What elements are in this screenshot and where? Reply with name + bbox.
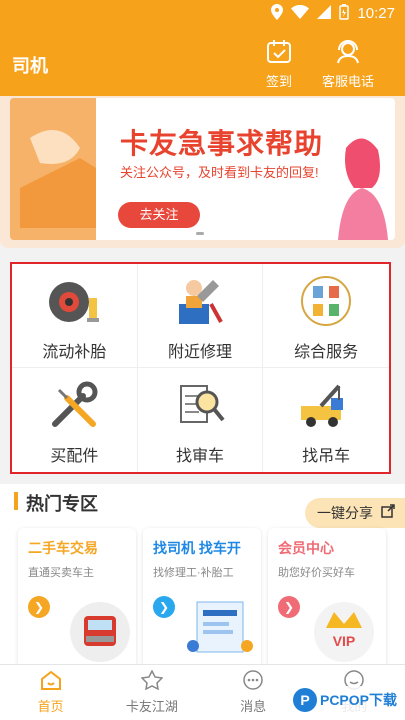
- card-subtitle: 找修理工·补胎工: [153, 567, 234, 579]
- service-label: 综合服务: [294, 344, 359, 361]
- wrench-screwdriver-icon: [47, 378, 101, 432]
- chevron-right-icon: ❯: [153, 596, 175, 618]
- follow-button[interactable]: 去关注: [118, 202, 200, 228]
- location-icon: [271, 4, 284, 23]
- card-title: 会员中心: [278, 540, 334, 556]
- banner-title: 卡友急事求帮助: [120, 128, 324, 159]
- banner-illustration: [10, 98, 96, 240]
- message-icon: [242, 670, 264, 696]
- banner-woman-illustration: [328, 128, 390, 240]
- service-label: 买配件: [50, 448, 99, 465]
- section-title: 热门专区: [26, 494, 98, 514]
- status-bar: 10:27: [0, 0, 405, 30]
- carousel-indicator: [196, 232, 204, 235]
- status-time: 10:27: [357, 5, 395, 22]
- service-find-crane[interactable]: 找吊车: [263, 368, 389, 472]
- service-vehicle-inspection[interactable]: 找审车: [138, 368, 264, 472]
- home-icon: [40, 670, 62, 696]
- service-label: 流动补胎: [42, 344, 107, 361]
- service-tire-repair[interactable]: 流动补胎: [12, 264, 138, 368]
- customer-service-button[interactable]: 客服电话: [322, 40, 374, 90]
- card-member-center[interactable]: 会员中心 助您好价买好车 ❯ VIP: [268, 528, 386, 668]
- signal-icon: [317, 5, 332, 22]
- service-label: 找吊车: [302, 448, 351, 465]
- app-header: 司机 签到 客服电话: [0, 30, 405, 96]
- service-label: 附近修理: [167, 344, 232, 361]
- promo-banner[interactable]: 卡友急事求帮助 关注公众号，及时看到卡友的回复! 去关注: [10, 98, 395, 240]
- wifi-icon: [291, 5, 310, 22]
- nav-label: 卡友江湖: [125, 699, 178, 714]
- services-icon: [299, 274, 353, 328]
- svg-text:VIP: VIP: [333, 633, 356, 649]
- card-subtitle: 助您好价买好车: [278, 567, 355, 579]
- calendar-check-icon: [266, 40, 292, 71]
- service-buy-parts[interactable]: 买配件: [12, 368, 138, 472]
- card-find-driver[interactable]: 找司机 找车开 找修理工·补胎工 ❯: [143, 528, 261, 668]
- card-title: 找司机 找车开: [153, 540, 241, 556]
- card-used-car-trade[interactable]: 二手车交易 直通买卖车主 ❯: [18, 528, 136, 668]
- tire-icon: [47, 274, 101, 328]
- share-icon: [381, 504, 395, 521]
- repair-toolbox-icon: [173, 274, 227, 328]
- banner-subtitle: 关注公众号，及时看到卡友的回复!: [120, 165, 319, 180]
- job-board-illustration: [183, 594, 257, 668]
- card-title: 二手车交易: [28, 540, 98, 556]
- service-nearby-repair[interactable]: 附近修理: [137, 264, 264, 368]
- service-label: 客服电话: [322, 74, 375, 89]
- share-label: 一键分享: [317, 505, 373, 521]
- checkin-label: 签到: [266, 74, 293, 89]
- watermark: P PCPOP下载: [288, 686, 401, 714]
- nav-label: 消息: [240, 699, 267, 714]
- document-search-icon: [173, 378, 227, 432]
- nav-community[interactable]: 卡友江湖: [101, 665, 202, 720]
- share-button[interactable]: 一键分享: [305, 498, 405, 528]
- headset-icon: [334, 40, 362, 71]
- chevron-right-icon: ❯: [278, 596, 300, 618]
- card-subtitle: 直通买卖车主: [28, 567, 94, 579]
- nav-home[interactable]: 首页: [0, 665, 101, 720]
- battery-icon: [339, 4, 350, 23]
- service-general[interactable]: 综合服务: [263, 264, 389, 368]
- vip-crown-illustration: VIP: [312, 598, 376, 667]
- nav-label: 首页: [37, 699, 64, 714]
- chevron-right-icon: ❯: [28, 596, 50, 618]
- red-truck-illustration: [68, 598, 132, 667]
- status-icons: 10:27: [271, 4, 395, 23]
- watermark-text: PCPOP下载: [319, 692, 397, 708]
- checkin-button[interactable]: 签到: [266, 40, 292, 90]
- pcpop-logo-icon: P: [292, 688, 317, 712]
- section-accent-bar: [14, 492, 18, 510]
- banner-area: 卡友急事求帮助 关注公众号，及时看到卡友的回复! 去关注: [0, 96, 405, 248]
- page-title: 司机: [12, 56, 48, 76]
- star-icon: [140, 669, 164, 696]
- service-grid: 流动补胎 附近修理 综合服务 买配件 找审车 找吊车: [10, 262, 391, 474]
- tow-truck-icon: [299, 378, 353, 432]
- service-label: 找审车: [175, 448, 224, 465]
